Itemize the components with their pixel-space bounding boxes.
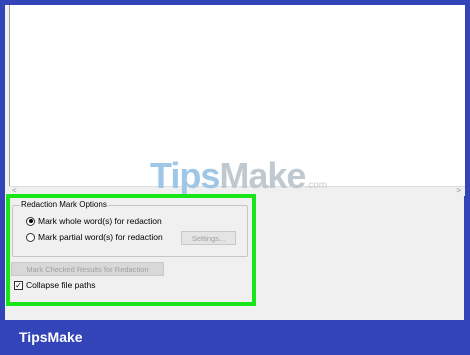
watermark-part1: Tips	[150, 155, 220, 196]
scroll-right-icon[interactable]: >	[456, 186, 461, 196]
watermark-part2: Make	[219, 155, 306, 196]
highlight-box	[6, 194, 256, 306]
watermark-logo: TipsMake.com	[150, 155, 327, 197]
brand-label: TipsMake	[19, 329, 83, 345]
watermark-suffix: .com	[305, 180, 328, 191]
